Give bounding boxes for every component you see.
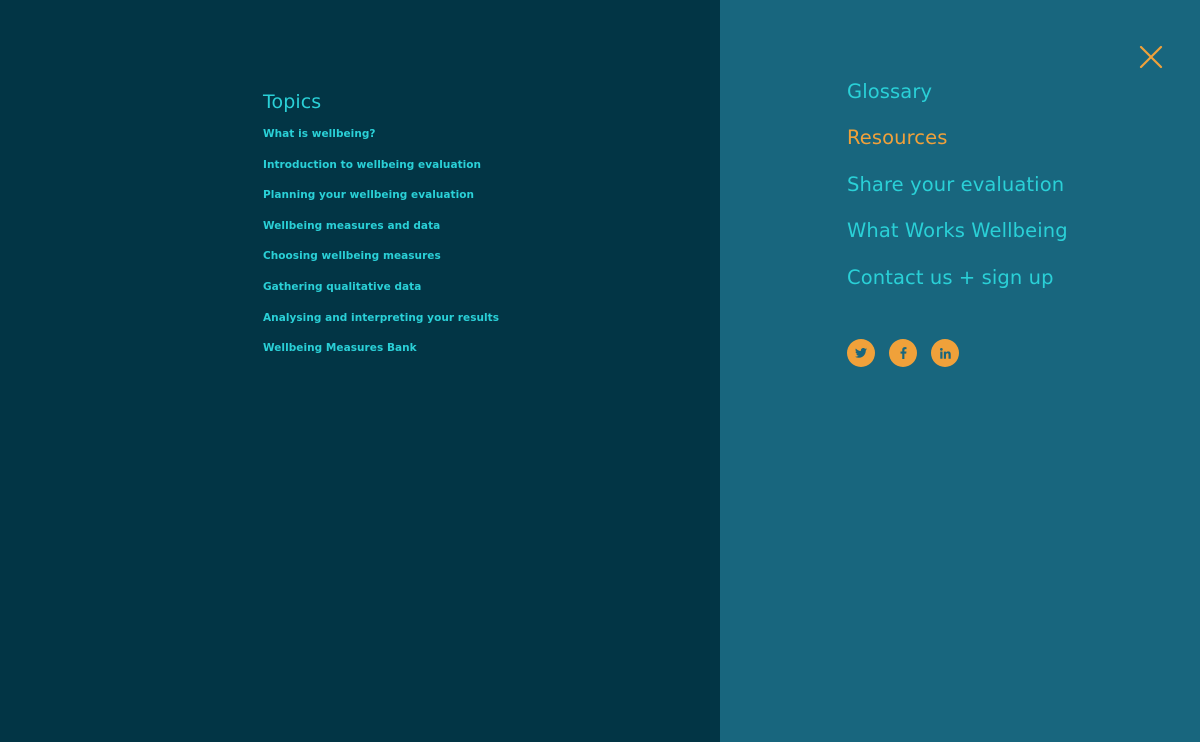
topic-item: Introduction to wellbeing evaluation [263,156,499,187]
topic-link-analysing-results[interactable]: Analysing and interpreting your results [263,312,499,324]
linkedin-icon [939,347,951,359]
topics-section: Topics What is wellbeing? Introduction t… [263,90,499,370]
topic-item: Planning your wellbeing evaluation [263,186,499,217]
main-nav-panel: Glossary Resources Share your evaluation… [720,0,1200,742]
topic-item: Gathering qualitative data [263,278,499,309]
nav-link-glossary[interactable]: Glossary [847,80,932,103]
topic-link-choosing-measures[interactable]: Choosing wellbeing measures [263,250,441,262]
topic-link-what-is-wellbeing[interactable]: What is wellbeing? [263,128,376,140]
topic-link-measures-and-data[interactable]: Wellbeing measures and data [263,220,440,232]
nav-link-share-evaluation[interactable]: Share your evaluation [847,173,1064,196]
topic-item: Analysing and interpreting your results [263,309,499,340]
facebook-button[interactable] [889,339,917,367]
topic-item: What is wellbeing? [263,125,499,156]
topics-panel: Topics What is wellbeing? Introduction t… [0,0,720,742]
main-nav-item: Glossary [847,78,1068,124]
nav-link-what-works-wellbeing[interactable]: What Works Wellbeing [847,219,1068,242]
main-nav-item: What Works Wellbeing [847,217,1068,263]
topic-item: Wellbeing Measures Bank [263,339,499,370]
twitter-button[interactable] [847,339,875,367]
topic-item: Wellbeing measures and data [263,217,499,248]
topic-link-introduction[interactable]: Introduction to wellbeing evaluation [263,159,481,171]
main-nav-item: Resources [847,124,1068,170]
topics-list: What is wellbeing? Introduction to wellb… [263,125,499,370]
main-nav-item: Contact us + sign up [847,264,1068,310]
topic-link-planning[interactable]: Planning your wellbeing evaluation [263,189,474,201]
topic-item: Choosing wellbeing measures [263,247,499,278]
close-icon[interactable] [1139,45,1163,69]
topic-link-measures-bank[interactable]: Wellbeing Measures Bank [263,342,417,354]
topic-link-qualitative-data[interactable]: Gathering qualitative data [263,281,421,293]
nav-link-contact-sign-up[interactable]: Contact us + sign up [847,266,1054,289]
social-links [847,339,959,367]
menu-overlay: Topics What is wellbeing? Introduction t… [0,0,1200,742]
facebook-icon [900,347,906,359]
main-nav-item: Share your evaluation [847,171,1068,217]
topics-heading: Topics [263,91,322,113]
main-nav: Glossary Resources Share your evaluation… [847,78,1068,310]
twitter-icon [855,348,867,358]
nav-link-resources[interactable]: Resources [847,126,948,149]
linkedin-button[interactable] [931,339,959,367]
